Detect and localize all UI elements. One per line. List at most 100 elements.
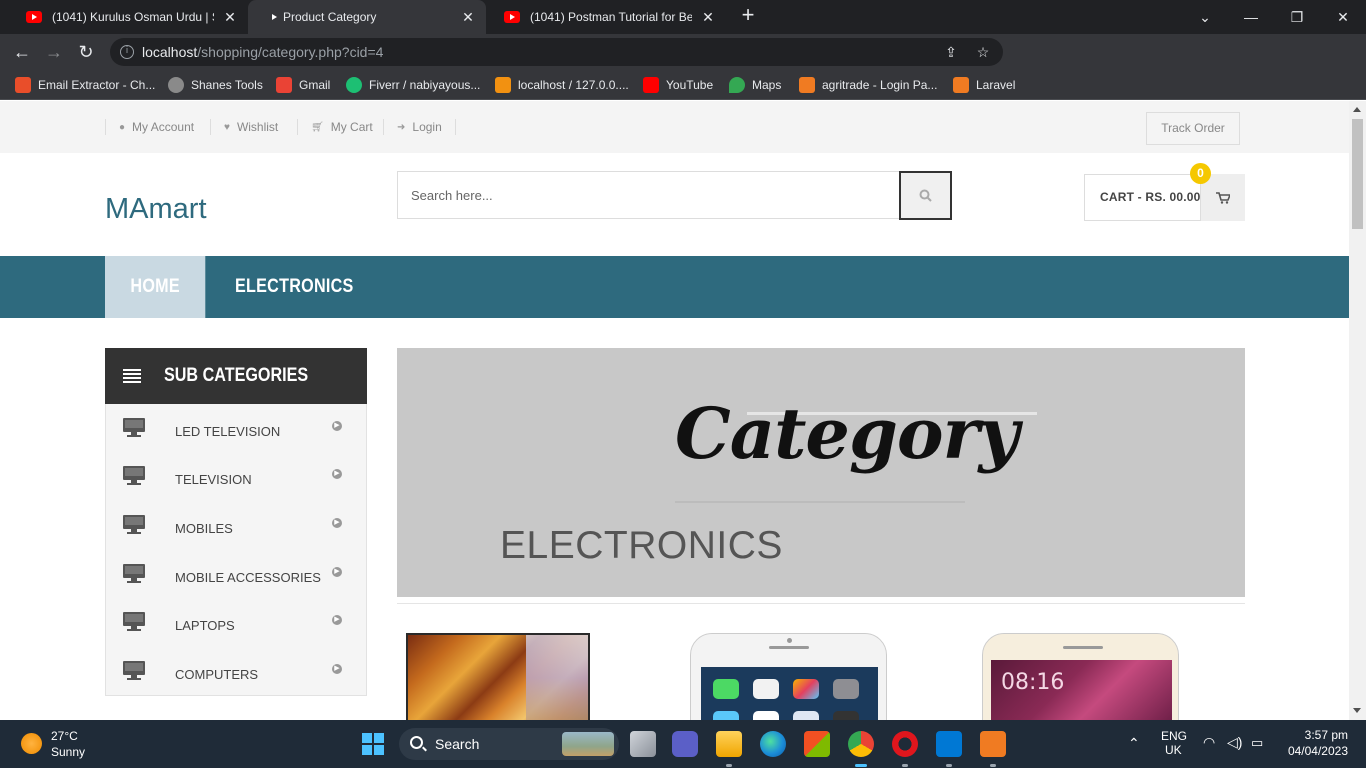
microsoft-store-icon[interactable] [804,731,830,757]
opera-icon[interactable] [892,731,918,767]
site-logo[interactable]: MAmart [105,193,207,226]
product-image-iphone[interactable] [690,633,887,720]
header-cart[interactable]: CART - RS. 00.00 0 [1084,163,1245,221]
my-cart-link[interactable]: 🛒︎ My Cart [297,119,386,135]
subcategory-computers[interactable]: COMPUTERS ▶ [106,648,366,697]
bookmark-localhost-phpmyadmin[interactable]: localhost / 127.0.0.... [495,76,629,94]
weather-condition[interactable]: Sunny [51,745,85,759]
category-name: ELECTRONICS [500,524,783,567]
subcategory-television[interactable]: TELEVISION ▶ [106,453,366,502]
sidebar-title: SUB CATEGORIES [164,365,309,386]
bookmark-youtube[interactable]: YouTube [643,76,713,94]
chevron-right-icon: ▶ [332,469,342,479]
edge-icon[interactable] [760,731,786,757]
product-image-led-tv[interactable] [406,633,590,720]
taskbar-search[interactable]: Search [399,728,619,760]
tab-youtube-kurulus[interactable]: (1041) Kurulus Osman Urdu | Sea ✕ [8,0,248,34]
bookmark-maps[interactable]: Maps [729,76,781,94]
banner-script-title: Category [675,392,1019,475]
browser-toolbar: ← → ↻ i localhost/shopping/category.php?… [0,34,1366,95]
teams-chat-icon[interactable] [672,731,698,757]
tab-title: (1041) Postman Tutorial for Begin [530,10,692,24]
chevron-right-icon: ▶ [332,518,342,528]
email-extractor-icon [15,77,31,93]
address-bar[interactable]: i localhost/shopping/category.php?cid=4 … [110,38,1003,66]
divider [397,603,1245,604]
my-account-link[interactable]: ● My Account [105,119,207,135]
volume-icon[interactable]: ◁) [1227,734,1242,751]
xampp-icon[interactable] [980,731,1006,767]
track-order-button[interactable]: Track Order [1146,112,1240,145]
new-tab-button[interactable]: + [736,4,760,28]
vscode-icon[interactable] [936,731,962,767]
restore-button[interactable]: ❐ [1274,0,1320,34]
forward-button[interactable]: → [42,40,66,64]
product-image-redmi[interactable]: 08:16 [982,633,1179,720]
redmi-phone-product-image: 08:16 [991,660,1172,720]
youtube-icon [504,11,520,23]
login-link[interactable]: ➜ Login [383,119,456,135]
show-hidden-icons-chevron[interactable]: ⌃ [1128,735,1140,752]
clock-date: 04/04/2023 [1287,744,1348,758]
close-window-button[interactable]: ✕ [1320,0,1366,34]
subcategory-label: LED TELEVISION [175,424,281,439]
sun-icon[interactable] [21,733,42,754]
main-navigation: HOME ELECTRONICS [0,256,1349,318]
sign-in-icon: ➜ [397,121,406,133]
subcategory-mobiles[interactable]: MOBILES ▶ [106,502,366,551]
site-info-icon[interactable]: i [120,45,134,59]
category-banner: Category ELECTRONICS [397,348,1245,597]
weather-temperature[interactable]: 27°C [51,729,78,743]
nav-home[interactable]: HOME [105,256,206,318]
chevron-right-icon: ▶ [332,615,342,625]
scroll-up-icon[interactable] [1353,107,1361,112]
list-icon [123,369,141,383]
user-icon: ● [119,121,126,133]
close-icon[interactable]: ✕ [460,9,476,26]
search-input[interactable] [398,172,899,218]
search-button[interactable] [899,171,952,220]
chrome-icon[interactable] [848,731,874,767]
bookmark-laravel[interactable]: Laravel [953,76,1015,94]
wifi-icon[interactable]: ◠ [1203,734,1215,751]
share-icon[interactable]: ⇪ [942,43,960,61]
windows-start-icon[interactable] [362,733,384,755]
tab-search-chevron-icon[interactable]: ⌄ [1182,0,1228,34]
bookmark-fiverr[interactable]: Fiverr / nabiyayous... [346,76,480,94]
tab-youtube-postman[interactable]: (1041) Postman Tutorial for Begin ✕ [486,0,726,34]
tab-product-category[interactable]: Product Category ✕ [248,0,486,34]
scroll-down-icon[interactable] [1353,708,1361,713]
subcategory-led-television[interactable]: LED TELEVISION ▶ [106,405,366,454]
phpmyadmin-icon [495,77,511,93]
phone-screen-time: 08:16 [1001,670,1065,695]
task-view-icon[interactable] [630,731,656,757]
fiverr-icon [346,77,362,93]
web-page: ● My Account ♥ Wishlist 🛒︎ My Cart ➜ Login T… [0,101,1349,720]
bookmark-agritrade[interactable]: agritrade - Login Pa... [799,76,937,94]
subcategory-label: MOBILES [175,521,233,536]
banner-decoration [675,501,965,503]
scrollbar-thumb[interactable] [1352,119,1363,229]
close-icon[interactable]: ✕ [222,9,238,26]
wishlist-link[interactable]: ♥ Wishlist [210,119,291,135]
reload-button[interactable]: ↻ [74,40,98,64]
file-explorer-icon[interactable] [716,731,742,767]
bookmark-gmail[interactable]: Gmail [276,76,330,94]
xampp-icon [799,77,815,93]
language-indicator[interactable]: ENG UK [1161,729,1187,757]
bookmark-shanes-tools[interactable]: Shanes Tools [168,76,263,94]
subcategory-mobile-accessories[interactable]: MOBILE ACCESSORIES ▶ [106,551,366,600]
desktop-icon [123,612,145,632]
back-button[interactable]: ← [10,40,34,64]
minimize-button[interactable]: — [1228,0,1274,34]
bookmark-email-extractor[interactable]: Email Extractor - Ch... [15,76,155,94]
desktop-icon [123,418,145,438]
bookmark-star-icon[interactable]: ☆ [974,43,992,61]
url-text: localhost/shopping/category.php?cid=4 [142,44,384,60]
close-icon[interactable]: ✕ [700,9,716,26]
system-clock[interactable]: 3:57 pm 04/04/2023 [1284,728,1348,758]
battery-icon[interactable]: ▭ [1251,735,1263,751]
page-scrollbar[interactable] [1349,101,1366,720]
subcategory-laptops[interactable]: LAPTOPS ▶ [106,599,366,648]
nav-electronics[interactable]: ELECTRONICS [235,256,354,318]
